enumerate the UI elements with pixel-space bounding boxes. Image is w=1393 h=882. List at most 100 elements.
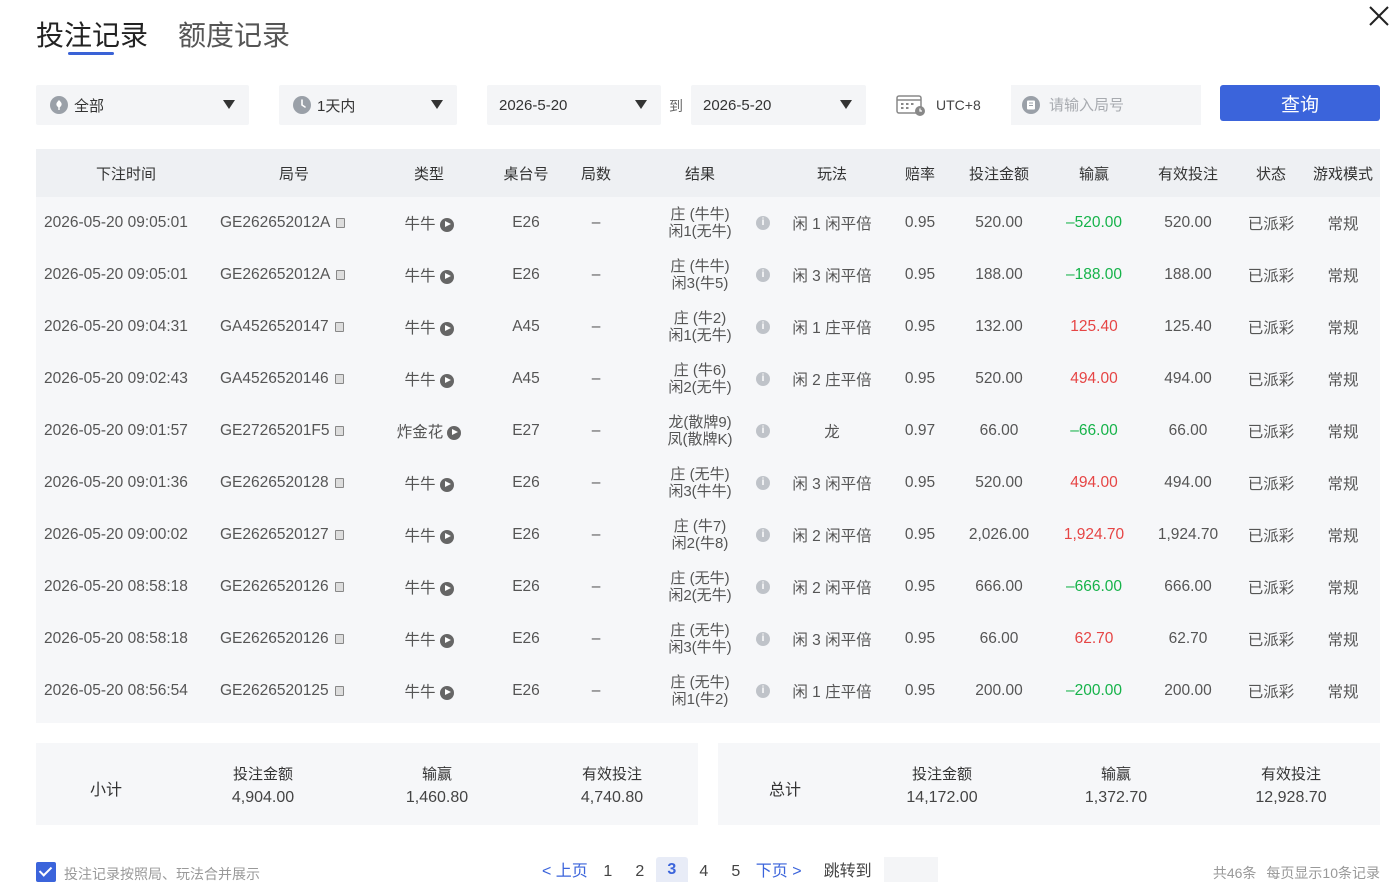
info-icon[interactable]: i — [756, 684, 770, 698]
copy-icon[interactable] — [334, 529, 344, 540]
info-icon[interactable]: i — [756, 580, 770, 594]
tab-bet-records[interactable]: 投注记录 — [36, 14, 148, 54]
bet-time: 2026-05-20 09:04:31 — [44, 318, 188, 335]
bet-amount: 520.00 — [975, 370, 1023, 387]
result-text: 庄 (牛7) 闲2(牛8) — [672, 518, 729, 552]
copy-icon[interactable] — [334, 321, 344, 332]
type-cell: 牛牛 — [372, 249, 486, 301]
win-loss: 125.40 — [1070, 318, 1118, 335]
info-icon[interactable]: i — [756, 372, 770, 386]
play-icon[interactable] — [439, 477, 454, 492]
table-number: E26 — [512, 214, 540, 231]
game-mode: 常规 — [1327, 580, 1359, 597]
date-from-select[interactable]: 2026-5-20 — [487, 85, 661, 125]
info-icon[interactable]: i — [756, 476, 770, 490]
result-player: 闲2(牛8) — [671, 534, 729, 552]
page-4[interactable]: 4 — [688, 863, 720, 882]
page-3-current[interactable]: 3 — [655, 857, 688, 882]
copy-icon[interactable] — [334, 685, 344, 696]
round-number-input[interactable] — [1049, 96, 1189, 114]
page-5[interactable]: 5 — [720, 863, 752, 882]
valid-bet: 666.00 — [1164, 578, 1212, 595]
date-range-separator: 到 — [669, 98, 683, 114]
result-text: 庄 (牛牛) 闲3(牛5) — [670, 258, 729, 292]
info-icon[interactable]: i — [756, 528, 770, 542]
page-2[interactable]: 2 — [624, 863, 656, 882]
table-number: E26 — [512, 266, 540, 283]
odds: 0.95 — [904, 474, 936, 491]
round-cell: GE2626520128 — [216, 457, 372, 509]
page-1[interactable]: 1 — [592, 863, 624, 882]
time-range-select[interactable]: 1天内 — [279, 85, 457, 125]
play-icon[interactable] — [439, 321, 454, 336]
game-type: 牛牛 — [404, 580, 436, 597]
total-valid: 有效投注 12,928.70 — [1226, 763, 1356, 807]
table-number: A45 — [512, 318, 540, 335]
pagination: < 上页 1 2 3 4 5 下页 > 跳转到 — [542, 857, 938, 882]
copy-icon[interactable] — [336, 217, 346, 228]
result-text: 庄 (无牛) 闲3(牛牛) — [668, 622, 731, 656]
timezone-selector[interactable]: UTC+8 — [896, 93, 981, 117]
play-icon[interactable] — [447, 425, 462, 440]
table-row: 2026-05-20 08:58:18 GE2626520126 牛牛 E26 – 庄 (… — [36, 613, 1380, 665]
round-cell: GE2626520127 — [216, 509, 372, 561]
play-icon[interactable] — [439, 633, 454, 648]
win-loss: –520.00 — [1065, 214, 1123, 231]
play-type: 闲 3 闲平倍 — [792, 268, 872, 285]
subtotal-valid: 有效投注 4,740.80 — [547, 763, 677, 807]
result-text: 庄 (牛牛) 闲1(无牛) — [668, 206, 731, 240]
round-cell: GE27265201F5 — [216, 405, 372, 457]
play-type: 闲 1 庄平倍 — [792, 320, 872, 337]
play-icon[interactable] — [439, 581, 454, 596]
bet-amount: 520.00 — [975, 474, 1023, 491]
game-mode: 常规 — [1327, 268, 1359, 285]
date-to-select[interactable]: 2026-5-20 — [691, 85, 866, 125]
type-cell: 炸金花 — [372, 405, 486, 457]
copy-icon[interactable] — [334, 477, 344, 488]
table-row: 2026-05-20 09:02:43 GA4526520146 牛牛 A45 – 庄 (… — [36, 353, 1380, 405]
result-cell: 庄 (牛牛) 闲3(牛5) i — [626, 249, 774, 301]
play-icon[interactable] — [439, 373, 454, 388]
table-number: E26 — [512, 526, 540, 543]
play-icon[interactable] — [439, 685, 454, 700]
merge-records-label: 投注记录按照局、玩法合并展示 — [64, 866, 260, 882]
bet-time: 2026-05-20 08:58:18 — [44, 578, 188, 595]
game-mode: 常规 — [1327, 216, 1359, 233]
column-header: 玩法 — [816, 165, 847, 183]
round-cell: GA4526520146 — [216, 353, 372, 405]
type-cell: 牛牛 — [372, 457, 486, 509]
close-button[interactable] — [1365, 2, 1393, 30]
copy-icon[interactable] — [334, 373, 344, 384]
round-number: GE2626520128 — [220, 474, 329, 491]
clock-icon — [293, 96, 311, 114]
valid-bet: 494.00 — [1164, 474, 1212, 491]
status: 已派彩 — [1247, 268, 1295, 285]
info-icon[interactable]: i — [756, 632, 770, 646]
total-count: 共46条 — [1212, 865, 1257, 881]
info-icon[interactable]: i — [756, 424, 770, 438]
play-icon[interactable] — [439, 269, 454, 284]
info-icon[interactable]: i — [756, 268, 770, 282]
tab-credit-records[interactable]: 额度记录 — [178, 14, 290, 54]
query-button[interactable]: 查询 — [1220, 85, 1380, 121]
prev-page-button[interactable]: < 上页 — [542, 857, 588, 882]
info-icon[interactable]: i — [756, 320, 770, 334]
info-icon[interactable]: i — [756, 216, 770, 230]
per-page-note: 每页显示10条记录 — [1266, 865, 1380, 881]
copy-icon[interactable] — [334, 633, 344, 644]
jump-to-page-input[interactable] — [883, 857, 938, 882]
game-filter-select[interactable]: 全部 — [36, 85, 249, 125]
play-icon[interactable] — [439, 217, 454, 232]
result-banker: 庄 (牛6) — [673, 361, 727, 379]
game-type: 牛牛 — [404, 372, 436, 389]
merge-records-checkbox[interactable] — [36, 862, 56, 882]
copy-icon[interactable] — [334, 581, 344, 592]
copy-icon[interactable] — [335, 425, 345, 436]
play-icon[interactable] — [439, 529, 454, 544]
copy-icon[interactable] — [336, 269, 346, 280]
play-type: 闲 1 闲平倍 — [792, 216, 872, 233]
next-page-button[interactable]: 下页 > — [756, 857, 802, 882]
table-number: E26 — [512, 630, 540, 647]
odds: 0.95 — [904, 526, 936, 543]
type-cell: 牛牛 — [372, 665, 486, 717]
